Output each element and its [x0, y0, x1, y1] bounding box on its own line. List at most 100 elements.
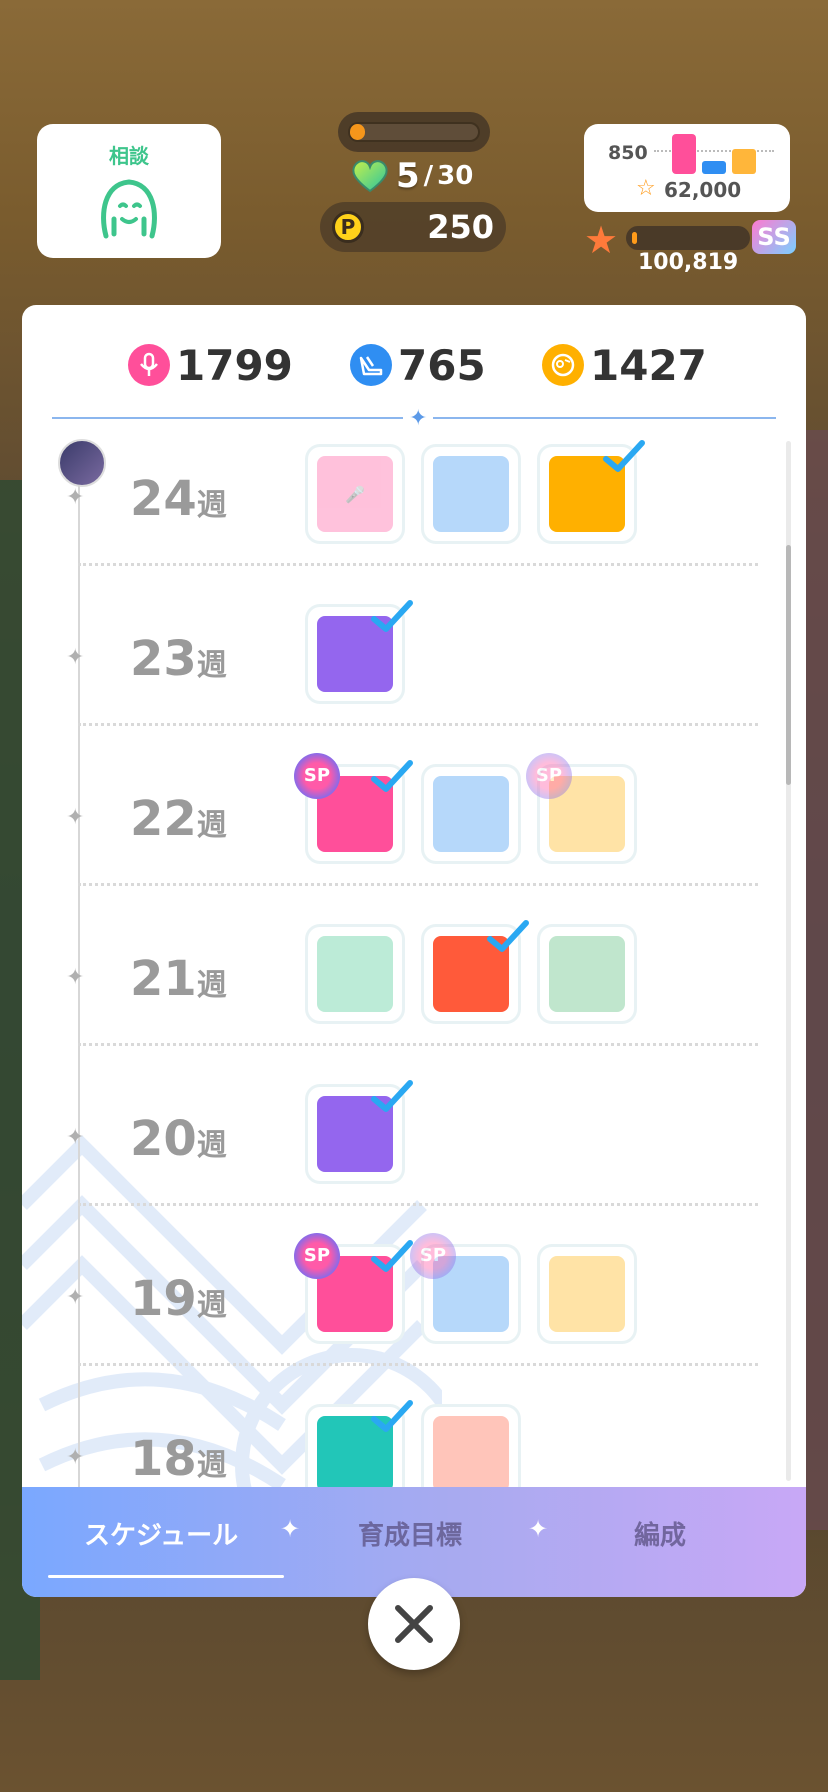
row-separator [78, 883, 758, 886]
close-button[interactable] [368, 1578, 460, 1670]
timeline-node-icon: ✦ [66, 965, 85, 990]
week-label: 23週 [130, 631, 227, 687]
tab-schedule[interactable]: スケジュール [84, 1515, 238, 1552]
sp-badge: SP [294, 1233, 340, 1279]
rank-value: 100,819 [638, 250, 739, 275]
shoe-icon [433, 776, 509, 852]
visual-bar [732, 149, 756, 174]
dance-lesson-activity[interactable]: SP [410, 1233, 518, 1341]
close-icon [395, 1605, 433, 1643]
check-icon [487, 920, 529, 952]
visual-icon [542, 344, 584, 386]
tab-sparkle-icon: ✦ [528, 1515, 549, 1543]
dance-value: 765 [398, 340, 486, 390]
vocal-stat: 1799 [128, 335, 293, 395]
work-activity[interactable] [308, 600, 413, 701]
visual-icon [549, 1256, 625, 1332]
stamina-fill [350, 124, 366, 140]
week-row: ✦ 23週 [22, 595, 806, 755]
timeline-node-icon: ✦ [66, 485, 85, 510]
consult-button[interactable]: 相談 [37, 124, 221, 258]
vocal-lesson-activity[interactable]: SP [294, 1233, 413, 1341]
consult-face-icon [101, 179, 157, 239]
week-row: ✦ 21週 [22, 915, 806, 1075]
timeline-node-icon: ✦ [66, 805, 85, 830]
week-label: 22週 [130, 791, 227, 847]
dance-stat: 765 [350, 335, 486, 395]
dance-lesson-activity[interactable] [424, 447, 518, 541]
hearts-slash: / [423, 161, 434, 191]
sp-badge: SP [294, 753, 340, 799]
outing-activity[interactable] [424, 920, 529, 1021]
check-icon [371, 1400, 413, 1432]
star-value: 62,000 [664, 178, 742, 202]
rank-star-icon: ★ [584, 218, 619, 262]
vocal-value: 1799 [176, 340, 293, 390]
face-icon [317, 936, 393, 1012]
visual-lesson-activity[interactable] [540, 1247, 634, 1341]
work-activity[interactable] [308, 1080, 413, 1181]
week-row: ✦ 19週 SP SP [22, 1233, 806, 1395]
week-label: 21週 [130, 951, 227, 1007]
lesson-class-activity[interactable] [540, 927, 634, 1021]
hearts-current: 5 [396, 156, 420, 196]
heart-icon [352, 160, 388, 193]
timeline-node-icon: ✦ [66, 645, 85, 670]
consult-activity[interactable] [308, 927, 402, 1021]
check-icon [371, 1080, 413, 1112]
visual-stat: 1427 [542, 335, 707, 395]
hearts-max: 30 [437, 161, 474, 191]
week-row: ✦ 22週 SP SP [22, 753, 806, 915]
rank-fill [632, 232, 637, 244]
week-label: 20週 [130, 1111, 227, 1167]
dance-bar [702, 161, 726, 174]
check-icon [371, 600, 413, 632]
vocal-bar [672, 134, 696, 174]
timeline-node-icon: ✦ [66, 1125, 85, 1150]
week-label: 19週 [130, 1271, 227, 1327]
active-tab-indicator [48, 1575, 284, 1578]
blackboard-icon [549, 936, 625, 1012]
dance-lesson-activity[interactable] [424, 767, 518, 861]
sparkle-icon: ✦ [403, 406, 434, 431]
tab-formation[interactable]: 編成 [634, 1515, 686, 1552]
tab-training-goal[interactable]: 育成目標 [358, 1515, 462, 1552]
timeline-node-icon: ✦ [66, 1445, 85, 1470]
fan-summary[interactable]: 850 ☆ 62,000 [584, 124, 790, 212]
stamina-gauge [338, 112, 490, 152]
sp-badge: SP [410, 1233, 456, 1279]
timeline-node-icon: ✦ [66, 1285, 85, 1310]
pouch-icon [433, 1416, 509, 1492]
points-value: 250 [427, 208, 494, 246]
row-separator [78, 1203, 758, 1206]
p-coin-icon: P [332, 211, 364, 243]
visual-lesson-activity[interactable]: SP [526, 753, 634, 861]
rank-badge: SS [752, 220, 796, 254]
check-icon [371, 760, 413, 792]
shoe-icon [433, 456, 509, 532]
row-separator [78, 563, 758, 566]
week-row: ✦ 20週 [22, 1075, 806, 1235]
visual-lesson-activity[interactable] [540, 440, 645, 541]
star-outline-icon: ☆ [636, 176, 656, 201]
rank-gauge: ★ SS 100,819 [584, 218, 800, 278]
tab-sparkle-icon: ✦ [280, 1515, 301, 1543]
stat-totals: 1799 765 1427 [22, 335, 806, 395]
visual-value: 1427 [590, 340, 707, 390]
week-label: 18週 [130, 1431, 227, 1487]
shoe-icon [350, 344, 392, 386]
points-counter: P 250 [320, 202, 506, 252]
vocal-lesson-activity[interactable]: 🎤 [308, 447, 402, 541]
row-separator [78, 1363, 758, 1366]
check-icon [371, 1240, 413, 1272]
check-icon [603, 440, 645, 472]
row-separator [78, 723, 758, 726]
stats-divider: ✦ [52, 406, 776, 431]
vocal-lesson-activity[interactable]: SP [294, 753, 413, 861]
consult-label: 相談 [109, 144, 149, 168]
microphone-icon [128, 344, 170, 386]
schedule-panel: 1799 765 1427 ✦ ✦ 24週 🎤 ✦ 23週 ✦ 22週 SP S… [22, 305, 806, 1597]
fan-count: 850 [608, 142, 648, 164]
sp-badge: SP [526, 753, 572, 799]
row-separator [78, 1043, 758, 1046]
